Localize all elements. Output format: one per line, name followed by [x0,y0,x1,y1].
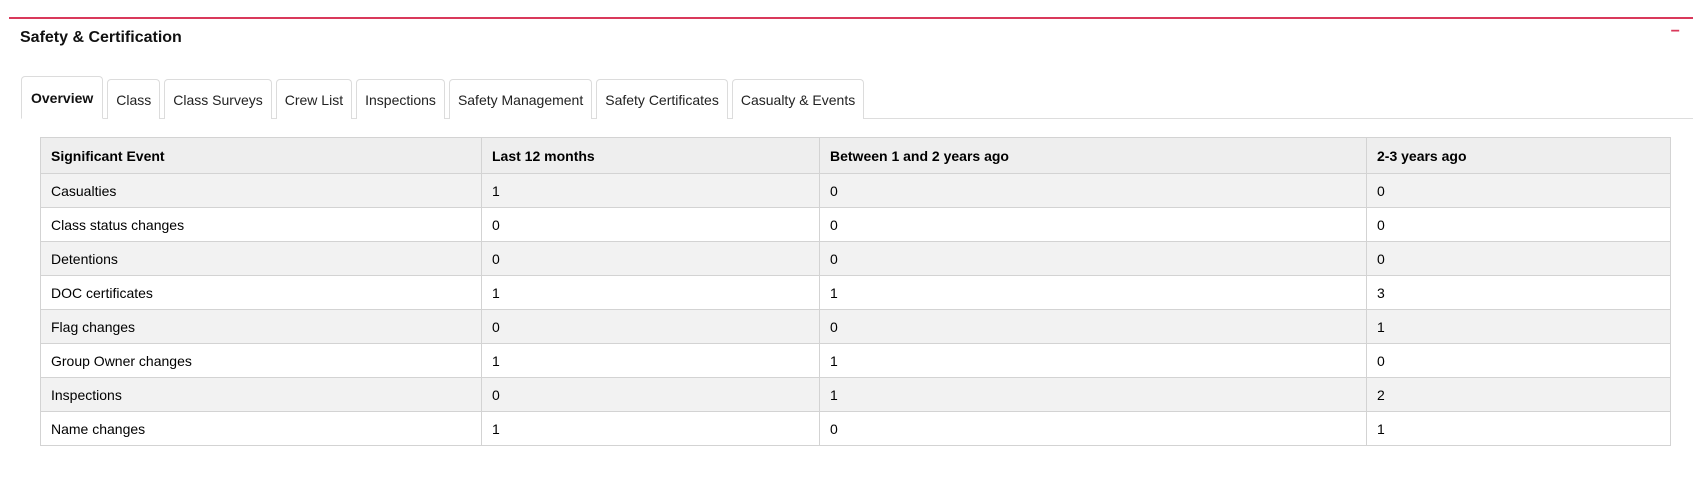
column-header-last-12-months: Last 12 months [481,137,820,174]
table-row: DOC certificates 1 1 3 [40,275,1671,310]
safety-certification-panel: Safety & Certification − Overview Class … [9,17,1693,119]
last-12-months-cell: 0 [481,207,820,242]
last-12-months-cell: 1 [481,343,820,378]
table-row: Detentions 0 0 0 [40,241,1671,276]
2-3-years-cell: 0 [1366,207,1671,242]
tab-class[interactable]: Class [107,79,161,119]
1-2-years-cell: 0 [819,241,1367,276]
2-3-years-cell: 1 [1366,411,1671,446]
tab-casualty-events[interactable]: Casualty & Events [731,79,865,119]
tab-crew-list[interactable]: Crew List [275,79,353,119]
collapse-button[interactable]: − [1671,23,1680,41]
2-3-years-cell: 0 [1366,343,1671,378]
table-row: Class status changes 0 0 0 [40,207,1671,242]
table-header-row: Significant Event Last 12 months Between… [40,137,1671,174]
last-12-months-cell: 1 [481,173,820,208]
tab-bar: Overview Class Class Surveys Crew List I… [21,75,1693,119]
event-name-cell: DOC certificates [40,275,482,310]
table-row: Group Owner changes 1 1 0 [40,343,1671,378]
table-row: Casualties 1 0 0 [40,173,1671,208]
1-2-years-cell: 1 [819,343,1367,378]
2-3-years-cell: 3 [1366,275,1671,310]
tab-overview[interactable]: Overview [21,76,104,119]
2-3-years-cell: 1 [1366,309,1671,344]
1-2-years-cell: 0 [819,173,1367,208]
1-2-years-cell: 0 [819,309,1367,344]
2-3-years-cell: 0 [1366,241,1671,276]
2-3-years-cell: 2 [1366,377,1671,412]
event-name-cell: Detentions [40,241,482,276]
tab-safety-management[interactable]: Safety Management [448,79,593,119]
table-row: Inspections 0 1 2 [40,377,1671,412]
event-name-cell: Flag changes [40,309,482,344]
significant-events-table: Significant Event Last 12 months Between… [40,137,1671,446]
event-name-cell: Casualties [40,173,482,208]
1-2-years-cell: 1 [819,275,1367,310]
tab-inspections[interactable]: Inspections [356,79,445,119]
tab-safety-certificates[interactable]: Safety Certificates [596,79,728,119]
event-name-cell: Class status changes [40,207,482,242]
last-12-months-cell: 0 [481,241,820,276]
last-12-months-cell: 0 [481,377,820,412]
last-12-months-cell: 0 [481,309,820,344]
2-3-years-cell: 0 [1366,173,1671,208]
column-header-1-2-years: Between 1 and 2 years ago [819,137,1367,174]
1-2-years-cell: 0 [819,411,1367,446]
last-12-months-cell: 1 [481,275,820,310]
table-row: Name changes 1 0 1 [40,411,1671,446]
event-name-cell: Name changes [40,411,482,446]
tab-class-surveys[interactable]: Class Surveys [164,79,272,119]
1-2-years-cell: 1 [819,377,1367,412]
last-12-months-cell: 1 [481,411,820,446]
panel-header: Safety & Certification − [9,19,1693,59]
column-header-significant-event: Significant Event [40,137,482,174]
table-row: Flag changes 0 0 1 [40,309,1671,344]
event-name-cell: Group Owner changes [40,343,482,378]
1-2-years-cell: 0 [819,207,1367,242]
event-name-cell: Inspections [40,377,482,412]
column-header-2-3-years: 2-3 years ago [1366,137,1671,174]
panel-title: Safety & Certification [20,29,182,46]
